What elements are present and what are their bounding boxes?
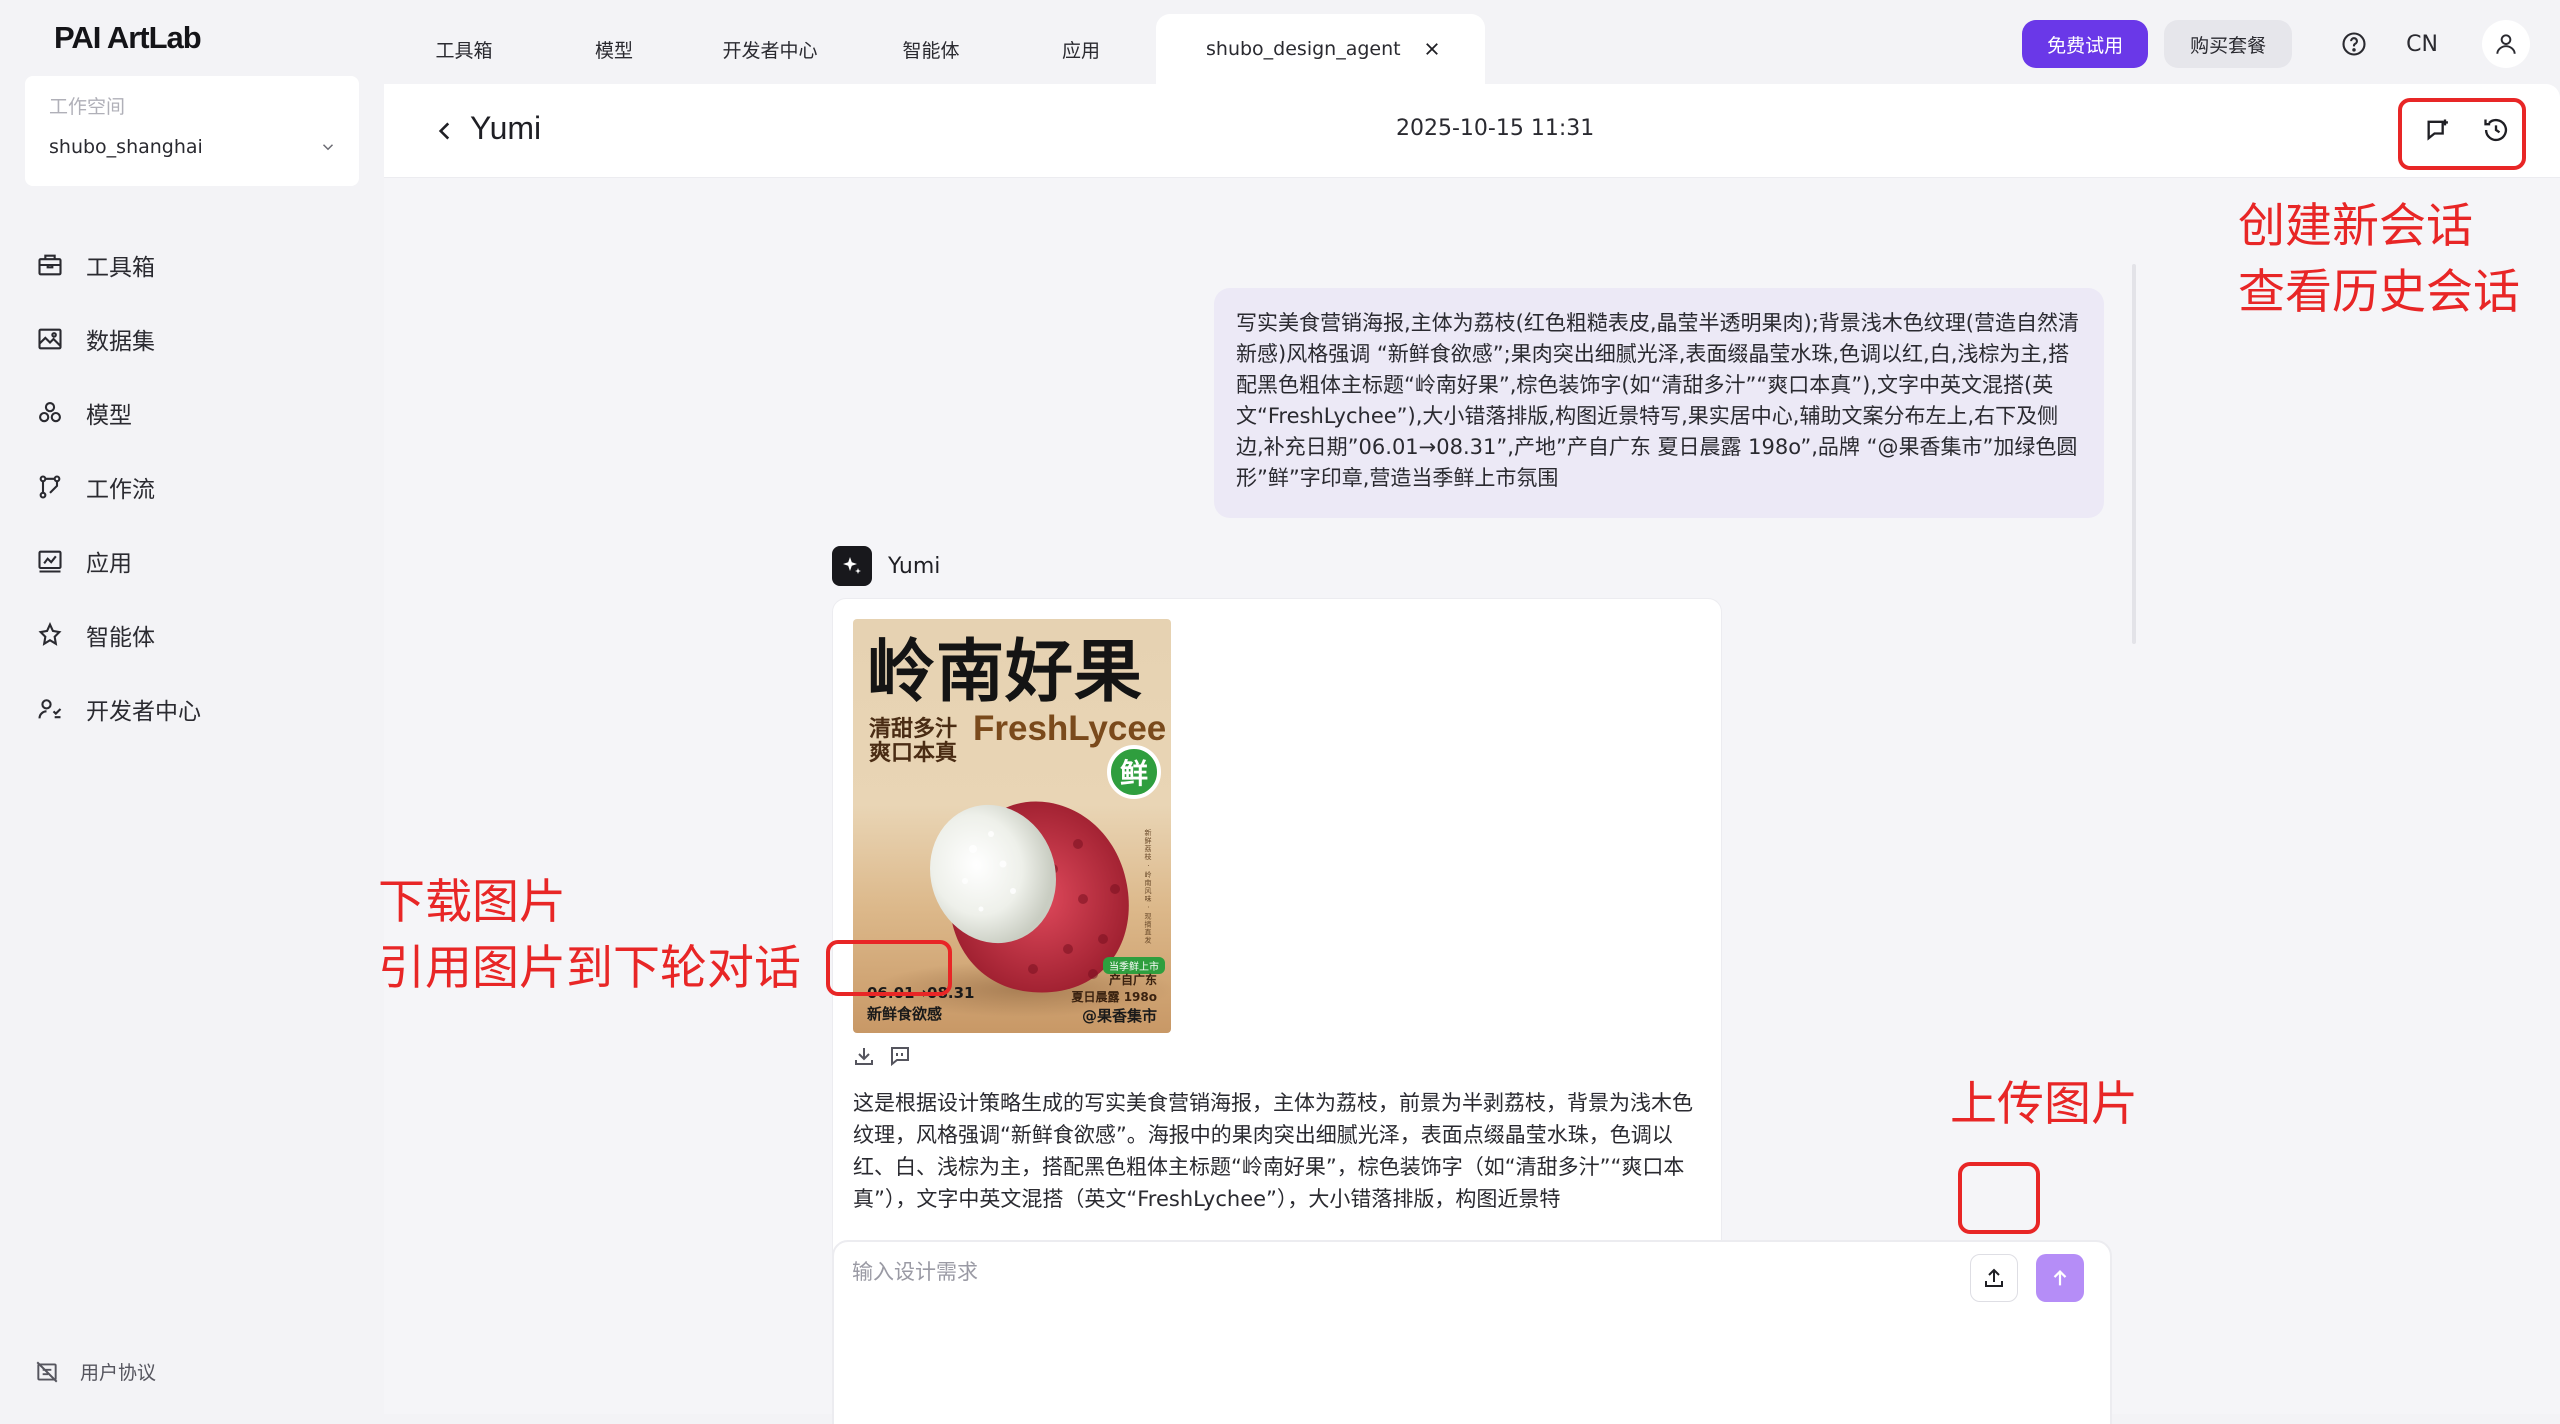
- user-icon: [2496, 34, 2516, 54]
- sidebar-item-label: 模型: [86, 403, 132, 429]
- sidebar-item-label: 智能体: [86, 625, 155, 651]
- poster-english-title: FreshLycee: [973, 709, 1167, 748]
- sidebar-item-label: 工作流: [86, 477, 155, 503]
- free-trial-button[interactable]: 免费试用: [2022, 20, 2149, 68]
- main-panel: Yumi 2025-10-15 11:31 写实美食营销海报,主体为荔枝(红色粗…: [384, 84, 2560, 1424]
- sidebar-nav: 工具箱 数据集 模型 工作流 应用 智能体 开发者中心: [0, 228, 384, 746]
- user-avatar[interactable]: [2482, 20, 2530, 68]
- poster-origin-1: 产自广东: [1108, 973, 1157, 987]
- sidebar-item-developer[interactable]: 开发者中心: [0, 672, 384, 746]
- top-actions: 免费试用 购买套餐 CN: [2022, 18, 2560, 70]
- sidebar-item-app[interactable]: 应用: [0, 524, 384, 598]
- arrow-up-icon: [2053, 1270, 2067, 1286]
- poster-subtitle-1: 清甜多汁: [869, 717, 958, 742]
- annotation-download: 下载图片: [378, 875, 566, 930]
- poster-tag: 当季鲜上市: [1103, 957, 1165, 974]
- poster-side-text: 新鲜荔枝 · 岭南风味 · 现摘直发: [1144, 829, 1152, 945]
- back-arrow-icon[interactable]: [432, 118, 458, 144]
- top-tabs: 工具箱 模型 开发者中心 智能体 应用 shubo_design_agent: [384, 14, 1485, 84]
- toolbox-icon: [38, 254, 62, 276]
- sidebar: PAI ArtLab 工作空间 shubo_shanghai 工具箱 数据集 模…: [0, 0, 384, 1424]
- sparkle-icon: [843, 557, 861, 574]
- chat-timestamp: 2025-10-15 11:31: [1396, 116, 1595, 141]
- workspace-name: shubo_shanghai: [49, 136, 203, 158]
- tab-design-agent[interactable]: shubo_design_agent: [1156, 14, 1485, 84]
- sidebar-item-workflow[interactable]: 工作流: [0, 450, 384, 524]
- bot-message-card: 岭南好果 清甜多汁 爽口本真 FreshLycee 鲜 新鲜荔枝 · 岭南风味 …: [832, 598, 1722, 1298]
- sidebar-item-toolbox[interactable]: 工具箱: [0, 228, 384, 302]
- workspace-label: 工作空间: [49, 96, 126, 118]
- bot-header: Yumi: [832, 546, 940, 586]
- poster-brand: @果香集市: [1081, 1007, 1157, 1025]
- developer-icon: [38, 699, 62, 719]
- image-tools: [851, 1043, 913, 1069]
- agreement-icon: [36, 1361, 58, 1382]
- new-chat-icon: [2427, 119, 2448, 141]
- chevron-down-icon: [322, 144, 334, 151]
- sidebar-item-label: 工具箱: [86, 255, 155, 281]
- sidebar-item-label: 应用: [86, 551, 132, 577]
- sidebar-item-dataset[interactable]: 数据集: [0, 302, 384, 376]
- annotation-upload: 上传图片: [1950, 1077, 2138, 1132]
- quote-icon: [891, 1047, 909, 1067]
- history-icon: [2484, 118, 2508, 142]
- workspace-selector[interactable]: 工作空间 shubo_shanghai: [25, 76, 359, 186]
- bot-avatar: [832, 546, 872, 586]
- language-switch[interactable]: CN: [2406, 32, 2438, 57]
- sidebar-item-model[interactable]: 模型: [0, 376, 384, 450]
- tab-model[interactable]: 模型: [544, 14, 684, 84]
- poster-date-caption: 新鲜食欲感: [867, 1005, 943, 1023]
- user-agreement-link[interactable]: 用户协议: [34, 1358, 156, 1385]
- download-image-button[interactable]: [851, 1043, 877, 1069]
- bot-name: Yumi: [888, 553, 941, 579]
- poster-title: 岭南好果: [867, 633, 1144, 712]
- tab-toolbox[interactable]: 工具箱: [384, 14, 544, 84]
- app-icon: [38, 550, 62, 573]
- app-logo[interactable]: PAI ArtLab: [54, 20, 202, 56]
- chat-title: Yumi: [470, 110, 542, 146]
- poster-subtitle-2: 爽口本真: [869, 741, 958, 766]
- chat-header: Yumi 2025-10-15 11:31: [384, 84, 2560, 178]
- download-icon: [855, 1048, 873, 1065]
- tab-agent[interactable]: 智能体: [856, 14, 1006, 84]
- user-message: 写实美食营销海报,主体为荔枝(红色粗糙表皮,晶莹半透明果肉);背景浅木色纹理(营…: [1214, 288, 2104, 518]
- scrollbar[interactable]: [2132, 264, 2136, 644]
- annotation-reference: 引用图片到下轮对话: [378, 941, 801, 996]
- sidebar-item-label: 开发者中心: [86, 699, 201, 725]
- annotation-new-chat: 创建新会话: [2238, 199, 2473, 254]
- buy-plan-button[interactable]: 购买套餐: [2164, 20, 2293, 68]
- design-request-input[interactable]: [852, 1256, 1952, 1424]
- poster-badge: 鲜: [1107, 745, 1161, 799]
- generated-poster-image[interactable]: 岭南好果 清甜多汁 爽口本真 FreshLycee 鲜 新鲜荔枝 · 岭南风味 …: [853, 619, 1171, 1033]
- send-button[interactable]: [2036, 1254, 2084, 1302]
- poster-date: 06.01→08.31: [867, 984, 975, 1002]
- sidebar-item-agent[interactable]: 智能体: [0, 598, 384, 672]
- bot-message-text: 这是根据设计策略生成的写实美食营销海报，主体为荔枝，前景为半剥荔枝，背景为浅木色…: [853, 1091, 1693, 1211]
- model-icon: [39, 402, 61, 423]
- chat-area: 写实美食营销海报,主体为荔枝(红色粗糙表皮,晶莹半透明果肉);背景浅木色纹理(营…: [384, 178, 2560, 1424]
- agent-icon: [38, 621, 62, 646]
- chat-input-box: [832, 1240, 2112, 1424]
- user-agreement-label: 用户协议: [80, 1362, 157, 1384]
- new-chat-button[interactable]: [2420, 112, 2456, 148]
- upload-image-button[interactable]: [1970, 1254, 2018, 1302]
- help-button[interactable]: [2334, 24, 2374, 64]
- tab-developer[interactable]: 开发者中心: [684, 14, 856, 84]
- sidebar-item-label: 数据集: [86, 329, 155, 355]
- workflow-icon: [39, 475, 61, 499]
- upload-icon: [1985, 1268, 2003, 1287]
- dataset-icon: [38, 328, 62, 350]
- help-icon: [2342, 32, 2366, 56]
- history-button[interactable]: [2478, 112, 2514, 148]
- close-icon[interactable]: [1423, 40, 1441, 58]
- tab-design-agent-label: shubo_design_agent: [1206, 38, 1401, 60]
- annotation-history: 查看历史会话: [2238, 265, 2520, 320]
- tab-app[interactable]: 应用: [1006, 14, 1156, 84]
- quote-image-button[interactable]: [887, 1043, 913, 1069]
- poster-origin-2: 夏日晨露 198o: [1071, 990, 1157, 1004]
